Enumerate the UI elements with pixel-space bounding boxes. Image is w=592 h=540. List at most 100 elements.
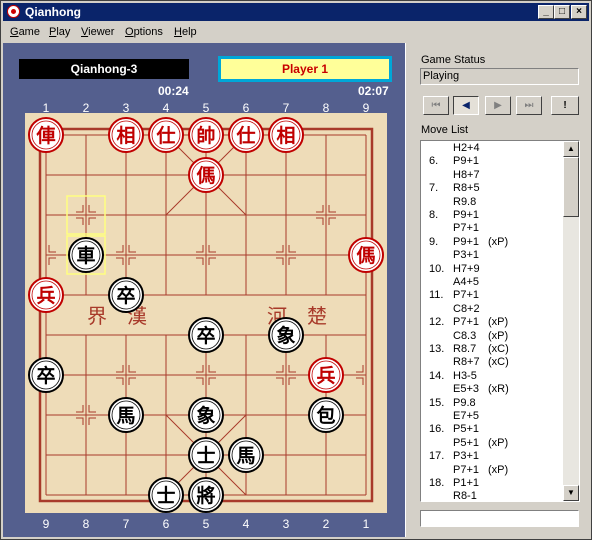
move-text: P9.8 <box>453 396 476 409</box>
red-piece[interactable]: 相 <box>108 117 144 153</box>
black-piece[interactable]: 將 <box>188 477 224 513</box>
move-number: 16. <box>429 423 445 436</box>
move-row[interactable]: 6. P9+1 <box>421 155 561 168</box>
red-piece[interactable]: 相 <box>268 117 304 153</box>
move-row[interactable]: 14. H3-5 <box>421 370 561 383</box>
menu-options[interactable]: Options <box>125 26 163 38</box>
move-text: H3-5 <box>453 369 477 382</box>
move-text: H2+4 <box>453 142 480 154</box>
menu-help[interactable]: Help <box>174 26 197 38</box>
black-piece[interactable]: 卒 <box>28 357 64 393</box>
game-status-field: Playing <box>420 68 579 85</box>
red-piece[interactable]: 傌 <box>348 237 384 273</box>
black-piece[interactable]: 車 <box>68 237 104 273</box>
menu-game[interactable]: Game <box>10 26 40 38</box>
piece-label: 相 <box>276 125 295 147</box>
first-move-button[interactable]: ⏮ <box>423 96 449 115</box>
move-row[interactable]: C8+2 <box>421 303 561 316</box>
move-capture: (xP) <box>488 463 509 476</box>
hint-button[interactable]: ! <box>551 96 579 115</box>
move-row[interactable]: 16. P5+1 <box>421 423 561 436</box>
move-text: P5+1 <box>453 423 479 436</box>
move-row[interactable]: 9. P9+1 (xP) <box>421 236 561 249</box>
move-row[interactable]: H8+7 <box>421 169 561 182</box>
piece-label: 兵 <box>316 365 335 387</box>
last-move-button[interactable]: ⏭ <box>516 96 542 115</box>
move-number: 13. <box>429 343 445 355</box>
menu-play[interactable]: Play <box>49 26 70 38</box>
move-number: 8. <box>429 209 439 221</box>
title-bar[interactable]: Qianhong _ □ × <box>3 3 589 21</box>
move-row[interactable]: C8.3 (xP) <box>421 330 561 343</box>
close-button[interactable]: × <box>571 5 587 19</box>
move-row[interactable]: P3+1 <box>421 249 561 262</box>
move-text: P1+1 <box>453 477 479 489</box>
clock-player: 02:07 <box>358 84 389 98</box>
black-piece[interactable]: 象 <box>268 317 304 353</box>
move-text: P3+1 <box>453 450 479 463</box>
black-piece[interactable]: 卒 <box>108 277 144 313</box>
minimize-button[interactable]: _ <box>538 5 554 19</box>
move-number: 14. <box>429 369 445 382</box>
red-piece[interactable]: 仕 <box>228 117 264 153</box>
panel-splitter[interactable] <box>405 43 411 537</box>
red-piece[interactable]: 兵 <box>28 277 64 313</box>
red-piece[interactable]: 帥 <box>188 117 224 153</box>
move-row[interactable]: P7+1 <box>421 222 561 235</box>
black-piece[interactable]: 士 <box>148 477 184 513</box>
red-piece[interactable]: 傌 <box>188 157 224 193</box>
red-piece[interactable]: 仕 <box>148 117 184 153</box>
move-row[interactable]: 8. P9+1 <box>421 209 561 222</box>
piece-label: 車 <box>76 244 95 267</box>
move-row[interactable]: E7+5 <box>421 410 561 423</box>
black-piece[interactable]: 士 <box>188 437 224 473</box>
red-piece[interactable]: 兵 <box>308 357 344 393</box>
move-row[interactable]: 11. P7+1 <box>421 289 561 302</box>
move-row[interactable]: R9.8 <box>421 196 561 209</box>
black-piece[interactable]: 包 <box>308 397 344 433</box>
black-piece[interactable]: 馬 <box>228 437 264 473</box>
move-row[interactable]: E5+3 (xR) <box>421 383 561 396</box>
move-row[interactable]: P7+1 (xP) <box>421 464 561 477</box>
move-row[interactable]: 18. P1+1 <box>421 477 561 490</box>
command-input[interactable] <box>420 510 579 527</box>
move-row[interactable]: 10. H7+9 <box>421 263 561 276</box>
move-row[interactable]: 7. R8+5 <box>421 182 561 195</box>
move-row[interactable]: R8-1 <box>421 490 561 502</box>
move-row[interactable]: 12. P7+1 (xP) <box>421 316 561 329</box>
move-row[interactable]: P5+1 (xP) <box>421 437 561 450</box>
move-row[interactable]: 15. P9.8 <box>421 397 561 410</box>
scroll-thumb[interactable] <box>563 157 579 217</box>
move-list-scrollbar[interactable]: ▲ ▼ <box>563 141 579 501</box>
move-number: 17. <box>429 450 445 463</box>
scroll-up-button[interactable]: ▲ <box>563 141 579 157</box>
piece-label: 士 <box>156 485 175 507</box>
red-piece[interactable]: 俥 <box>28 117 64 153</box>
move-number: 7. <box>429 182 439 195</box>
black-piece[interactable]: 象 <box>188 397 224 433</box>
prev-move-button[interactable]: ◀ <box>453 96 479 115</box>
move-number: 11. <box>429 289 444 302</box>
maximize-button[interactable]: □ <box>554 5 570 19</box>
next-move-button[interactable]: ▶ <box>485 96 511 115</box>
move-text: H8+7 <box>453 168 480 181</box>
move-text: E5+3 <box>453 383 479 396</box>
piece-label: 俥 <box>35 124 55 147</box>
move-list[interactable]: H2+4 6. P9+1 H8+7 7. R8+5 R9.8 8. P9+1 P7+1 9. P9+1… <box>420 140 580 502</box>
move-text: E7+5 <box>453 410 479 422</box>
black-piece[interactable]: 卒 <box>188 317 224 353</box>
menu-options-rest: ptions <box>133 26 163 38</box>
move-row[interactable]: 13. R8.7 (xC) <box>421 343 561 356</box>
menu-viewer[interactable]: Viewer <box>81 26 114 38</box>
move-row[interactable]: R8+7 (xC) <box>421 356 561 369</box>
black-piece[interactable]: 馬 <box>108 397 144 433</box>
piece-label: 卒 <box>196 324 215 347</box>
move-text: R8-1 <box>453 490 477 502</box>
scroll-down-button[interactable]: ▼ <box>563 485 579 501</box>
move-row[interactable]: 17. P3+1 <box>421 450 561 463</box>
xiangqi-board[interactable]: 界 漢 河 楚 俥相仕帥仕相傌車 傌兵 卒卒 象卒 兵馬象包士 馬士將 <box>25 113 387 513</box>
move-row[interactable]: H2+4 <box>421 142 561 155</box>
move-text: P7+1 <box>453 316 479 329</box>
move-row[interactable]: A4+5 <box>421 276 561 289</box>
app-icon[interactable] <box>7 5 20 18</box>
